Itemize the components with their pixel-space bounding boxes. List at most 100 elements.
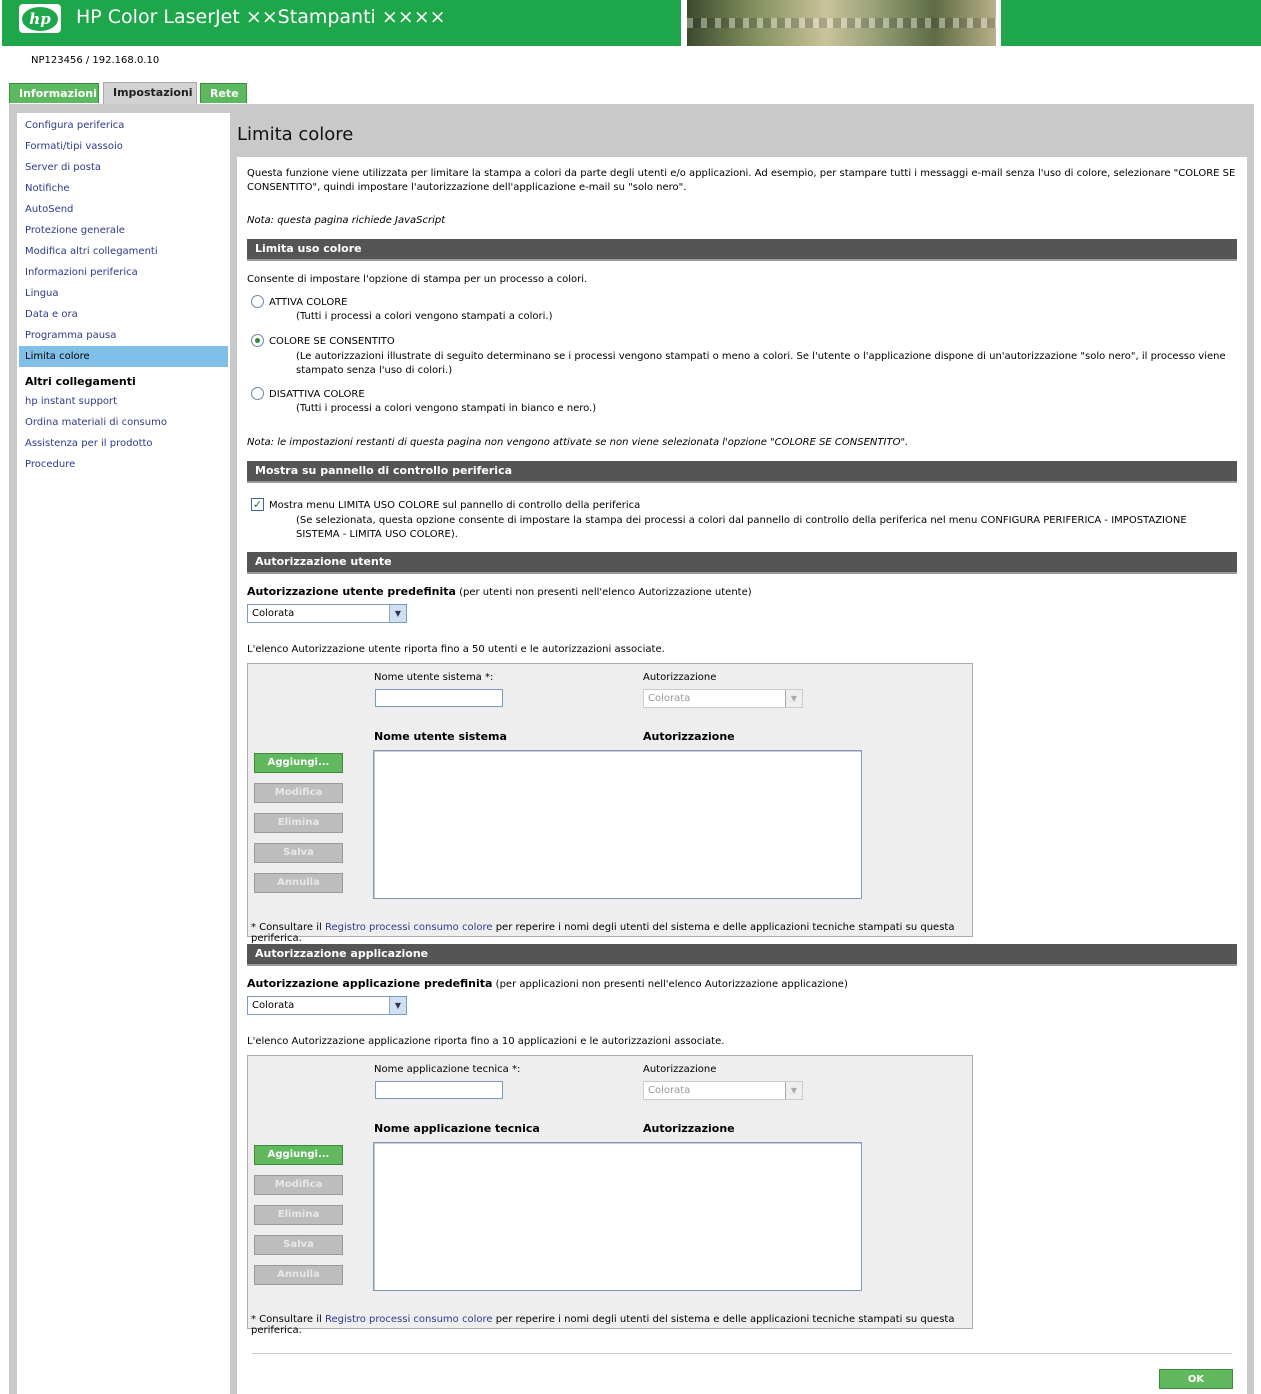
- header: hp HP Color LaserJet ××Stampanti ××××: [0, 0, 1261, 46]
- sidebar-link-ordina[interactable]: Ordina materiali di consumo: [17, 412, 230, 433]
- section-pannello: Mostra su pannello di controllo periferi…: [247, 461, 1237, 483]
- app-cancel-button[interactable]: Annulla: [254, 1265, 343, 1285]
- section-limita-uso-colore: Limita uso colore: [247, 239, 1237, 261]
- user-cancel-button[interactable]: Annulla: [254, 873, 343, 893]
- sidebar-item-server-posta[interactable]: Server di posta: [17, 157, 230, 178]
- section-autorizzazione-applicazione: Autorizzazione applicazione: [247, 944, 1237, 966]
- limit-desc: Consente di impostare l'opzione di stamp…: [247, 274, 588, 285]
- sidebar-item-protezione[interactable]: Protezione generale: [17, 220, 230, 241]
- user-delete-button[interactable]: Elimina: [254, 813, 343, 833]
- tab-informazioni[interactable]: Informazioni: [9, 83, 99, 103]
- user-footnote: * Consultare il Registro processi consum…: [251, 922, 972, 944]
- radio-consentito-label: COLORE SE CONSENTITO: [269, 336, 395, 347]
- radio-disattiva-desc: (Tutti i processi a colori vengono stamp…: [296, 403, 597, 414]
- app-default-label: Autorizzazione applicazione predefinita: [247, 977, 493, 990]
- hp-logo-text: hp: [22, 6, 58, 31]
- intro-text: Questa funzione viene utilizzata per lim…: [247, 168, 1236, 193]
- sidebar-item-formati[interactable]: Formati/tipi vassoio: [17, 136, 230, 157]
- radio-attiva-label: ATTIVA COLORE: [269, 297, 348, 308]
- sidebar-item-limita-colore[interactable]: Limita colore: [19, 346, 228, 367]
- app-name-label: Nome applicazione tecnica *:: [374, 1064, 521, 1075]
- user-list-box: Nome utente sistema *: Autorizzazione Co…: [247, 663, 973, 944]
- app-edit-button[interactable]: Modifica: [254, 1175, 343, 1195]
- sidebar-item-data-ora[interactable]: Data e ora: [17, 304, 230, 325]
- app-add-button[interactable]: Aggiungi...: [254, 1145, 343, 1165]
- app-default-row: Autorizzazione applicazione predefinita …: [247, 977, 848, 990]
- user-default-select[interactable]: Colorata ▼: [247, 604, 407, 623]
- footnote-pre: * Consultare il: [251, 922, 325, 933]
- user-add-button[interactable]: Aggiungi...: [254, 753, 343, 773]
- user-list-desc: L'elenco Autorizzazione utente riporta f…: [247, 644, 665, 655]
- radio-consentito-desc: (Le autorizzazioni illustrate di seguito…: [296, 351, 1226, 376]
- user-default-row: Autorizzazione utente predefinita (per u…: [247, 585, 752, 598]
- radio-colore-se-consentito[interactable]: [251, 334, 264, 347]
- page-title: Limita colore: [237, 124, 354, 145]
- chevron-down-icon: ▼: [389, 605, 406, 622]
- sidebar-link-assistenza[interactable]: Assistenza per il prodotto: [17, 433, 230, 454]
- user-list[interactable]: [373, 750, 862, 899]
- app-delete-button[interactable]: Elimina: [254, 1205, 343, 1225]
- sidebar-other-header: Altri collegamenti: [25, 375, 136, 388]
- sidebar-link-instant-support[interactable]: hp instant support: [17, 391, 230, 412]
- user-default-label: Autorizzazione utente predefinita: [247, 585, 456, 598]
- chevron-down-icon: ▼: [785, 1082, 802, 1099]
- tab-rete[interactable]: Rete: [200, 83, 247, 103]
- app-name-input[interactable]: [375, 1081, 503, 1099]
- user-edit-button[interactable]: Modifica: [254, 783, 343, 803]
- user-name-label: Nome utente sistema *:: [374, 672, 494, 683]
- app-save-button[interactable]: Salva: [254, 1235, 343, 1255]
- app-default-select[interactable]: Colorata ▼: [247, 996, 407, 1015]
- panel-checkbox-desc: (Se selezionata, questa opzione consente…: [296, 515, 1187, 540]
- js-note: Nota: questa pagina richiede JavaScript: [247, 215, 446, 226]
- radio-disattiva-colore[interactable]: [251, 387, 264, 400]
- sidebar-item-lingua[interactable]: Lingua: [17, 283, 230, 304]
- app-auth-label: Autorizzazione: [643, 1064, 717, 1075]
- user-default-hint: (per utenti non presenti nell'elenco Aut…: [455, 587, 752, 598]
- device-address: NP123456 / 192.168.0.10: [31, 55, 160, 66]
- footnote-pre: * Consultare il: [251, 1314, 325, 1325]
- radio-disattiva-label: DISATTIVA COLORE: [269, 389, 365, 400]
- sidebar-item-info-periferica[interactable]: Informazioni periferica: [17, 262, 230, 283]
- divider: [252, 1353, 1232, 1354]
- sidebar-item-autosend[interactable]: AutoSend: [17, 199, 230, 220]
- app-list-box: Nome applicazione tecnica *: Autorizzazi…: [247, 1055, 973, 1336]
- chevron-down-icon: ▼: [389, 997, 406, 1014]
- sidebar: Configura periferica Formati/tipi vassoi…: [17, 113, 230, 1394]
- app-list-desc: L'elenco Autorizzazione applicazione rip…: [247, 1036, 725, 1047]
- radio-attiva-colore[interactable]: [251, 295, 264, 308]
- registro-link[interactable]: Registro processi consumo colore: [325, 922, 493, 933]
- registro-link[interactable]: Registro processi consumo colore: [325, 1314, 493, 1325]
- app-default-hint: (per applicazioni non presenti nell'elen…: [492, 979, 848, 990]
- sidebar-link-procedure[interactable]: Procedure: [17, 454, 230, 475]
- ok-button[interactable]: OK: [1159, 1369, 1233, 1389]
- app-auth-select[interactable]: Colorata ▼: [643, 1081, 803, 1100]
- app-col-auth: Autorizzazione: [643, 1122, 735, 1135]
- sidebar-item-notifiche[interactable]: Notifiche: [17, 178, 230, 199]
- user-default-value: Colorata: [252, 608, 295, 619]
- user-save-button[interactable]: Salva: [254, 843, 343, 863]
- hp-logo[interactable]: hp: [19, 4, 61, 33]
- app-title: HP Color LaserJet ××Stampanti ××××: [76, 6, 446, 28]
- sidebar-item-programma-pausa[interactable]: Programma pausa: [17, 325, 230, 346]
- user-auth-value: Colorata: [648, 693, 691, 704]
- sidebar-item-modifica-collegamenti[interactable]: Modifica altri collegamenti: [17, 241, 230, 262]
- app-auth-value: Colorata: [648, 1085, 691, 1096]
- panel-checkbox-label: Mostra menu LIMITA USO COLORE sul pannel…: [269, 500, 641, 511]
- header-photo: [687, 0, 996, 46]
- tab-impostazioni[interactable]: Impostazioni: [103, 82, 197, 104]
- main-content: Questa funzione viene utilizzata per lim…: [237, 157, 1247, 1394]
- app-default-value: Colorata: [252, 1000, 295, 1011]
- app-list[interactable]: [373, 1142, 862, 1291]
- user-col-auth: Autorizzazione: [643, 730, 735, 743]
- user-name-input[interactable]: [375, 689, 503, 707]
- panel-checkbox[interactable]: ✓: [251, 498, 264, 511]
- user-col-name: Nome utente sistema: [374, 730, 507, 743]
- radio-attiva-desc: (Tutti i processi a colori vengono stamp…: [296, 311, 553, 322]
- user-auth-select[interactable]: Colorata ▼: [643, 689, 803, 708]
- app-col-name: Nome applicazione tecnica: [374, 1122, 540, 1135]
- header-bar-right: [1001, 0, 1261, 46]
- section-autorizzazione-utente: Autorizzazione utente: [247, 552, 1237, 574]
- limit-note: Nota: le impostazioni restanti di questa…: [247, 437, 909, 448]
- user-auth-label: Autorizzazione: [643, 672, 717, 683]
- sidebar-item-configura[interactable]: Configura periferica: [17, 115, 230, 136]
